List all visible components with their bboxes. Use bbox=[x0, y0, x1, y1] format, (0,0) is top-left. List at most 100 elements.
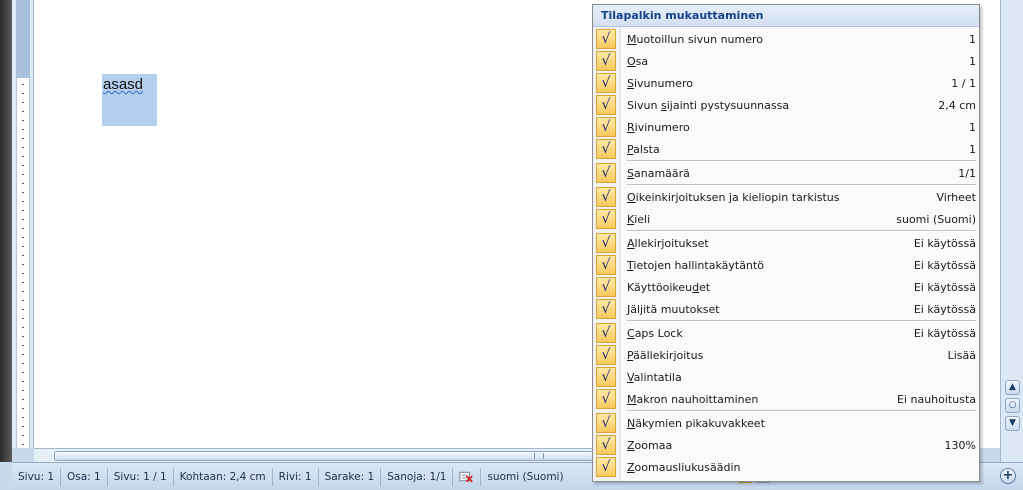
menu-item[interactable]: √ Rivinumero 1 bbox=[593, 116, 979, 138]
menu-item-label-suffix: sa bbox=[635, 54, 649, 68]
status-page[interactable]: Sivu: 1 / 1 bbox=[108, 467, 174, 486]
menu-item-accelerator: O bbox=[627, 54, 636, 68]
menu-item-label: Oikeinkirjoituksen ja kieliopin tarkistu… bbox=[627, 191, 840, 204]
ruler-tick bbox=[22, 291, 24, 292]
menu-item-value: Virheet bbox=[936, 190, 977, 204]
ruler-tick bbox=[22, 210, 24, 211]
menu-item[interactable]: √ Jäljitä muutokset Ei käytössä bbox=[593, 298, 979, 320]
status-language[interactable]: suomi (Suomi) bbox=[481, 468, 569, 486]
checkmark-icon: √ bbox=[596, 139, 616, 159]
checkmark-icon: √ bbox=[596, 255, 616, 275]
ruler-tick bbox=[22, 138, 24, 139]
ruler-tick bbox=[22, 237, 24, 238]
ruler-tick bbox=[22, 102, 24, 103]
menu-item-value: Lisää bbox=[947, 348, 976, 362]
ruler-tick bbox=[22, 156, 24, 157]
menu-item[interactable]: √ Tietojen hallintakäytäntö Ei käytössä bbox=[593, 254, 979, 276]
menu-item[interactable]: √ Allekirjoitukset Ei käytössä bbox=[593, 232, 979, 254]
menu-item-label: Käyttöoikeudet bbox=[627, 281, 710, 294]
menu-item-value: 1 bbox=[969, 120, 976, 134]
menu-item[interactable]: √ Kieli suomi (Suomi) bbox=[593, 208, 979, 230]
menu-item-value: Ei käytössä bbox=[913, 280, 976, 294]
proofing-error-icon[interactable] bbox=[453, 467, 482, 486]
vertical-ruler[interactable] bbox=[12, 0, 34, 448]
menu-title: Tilapalkin mukauttaminen bbox=[593, 5, 979, 27]
menu-item[interactable]: √ Sivun sijainti pystysuunnassa 2,4 cm bbox=[593, 94, 979, 116]
menu-item-accelerator: Z bbox=[627, 438, 635, 452]
ruler-tick bbox=[22, 426, 24, 427]
document-text[interactable]: asasd bbox=[103, 76, 143, 93]
menu-item[interactable]: √ Osa 1 bbox=[593, 50, 979, 72]
menu-item-accelerator: C bbox=[627, 326, 635, 340]
menu-item-value: 1 bbox=[969, 54, 976, 68]
menu-item-label: Osa bbox=[627, 55, 648, 68]
menu-item-value: 1/1 bbox=[958, 166, 976, 180]
status-word-count[interactable]: Sanoja: 1/1 bbox=[381, 467, 454, 486]
menu-item[interactable]: √ Caps Lock Ei käytössä bbox=[593, 322, 979, 344]
menu-item[interactable]: √ Oikeinkirjoituksen ja kieliopin tarkist… bbox=[593, 186, 979, 208]
menu-item[interactable]: √ Sivunumero 1 / 1 bbox=[593, 72, 979, 94]
menu-item-value: 2,4 cm bbox=[938, 98, 976, 112]
ruler-tick bbox=[22, 336, 24, 337]
menu-item-label-prefix: Käyttöoikeu bbox=[627, 280, 693, 294]
ruler-tick bbox=[22, 183, 24, 184]
menu-item-label-suffix: äällekirjoitus bbox=[633, 348, 704, 362]
menu-item-label: Makron nauhoittaminen bbox=[627, 393, 758, 406]
menu-item[interactable]: √ Päällekirjoitus Lisää bbox=[593, 344, 979, 366]
ruler-tick bbox=[22, 309, 24, 310]
menu-item-accelerator: Z bbox=[627, 460, 635, 474]
menu-item[interactable]: √ Muotoillun sivun numero 1 bbox=[593, 28, 979, 50]
vertical-ruler-margin bbox=[16, 0, 30, 78]
menu-item-accelerator: A bbox=[627, 236, 635, 250]
menu-item-value: 1 bbox=[969, 142, 976, 156]
window-left-edge bbox=[0, 0, 12, 462]
checkmark-icon: √ bbox=[596, 73, 616, 93]
menu-item[interactable]: √ Sanamäärä 1/1 bbox=[593, 162, 979, 184]
menu-item[interactable]: √ Zoomausliukusäädin bbox=[593, 456, 979, 478]
ruler-tick bbox=[22, 174, 24, 175]
ruler-tick bbox=[22, 300, 24, 301]
ruler-tick bbox=[22, 282, 24, 283]
status-line[interactable]: Rivi: 1 bbox=[273, 467, 319, 486]
scroll-grip-icon bbox=[534, 453, 544, 459]
select-browse-object-button[interactable]: ○ bbox=[1005, 398, 1020, 413]
ruler-tick bbox=[22, 318, 24, 319]
status-formatted-page[interactable]: Sivu: 1 bbox=[12, 467, 62, 486]
menu-item[interactable]: √ Makron nauhoittaminen Ei nauhoitusta bbox=[593, 388, 979, 410]
menu-item-accelerator: V bbox=[627, 370, 634, 384]
menu-item-label: Zoomaa bbox=[627, 439, 672, 452]
ruler-tick bbox=[22, 273, 24, 274]
menu-item-value: Ei nauhoitusta bbox=[896, 392, 976, 406]
checkmark-icon: √ bbox=[596, 117, 616, 137]
menu-item[interactable]: √ Käyttöoikeudet Ei käytössä bbox=[593, 276, 979, 298]
horizontal-scrollbar[interactable] bbox=[34, 448, 594, 462]
horizontal-scroll-thumb[interactable] bbox=[54, 451, 594, 461]
menu-item-label-suffix: anamäärä bbox=[633, 166, 690, 180]
menu-item[interactable]: √ Valintatila bbox=[593, 366, 979, 388]
menu-item-label-suffix: uotoillun sivun numero bbox=[636, 32, 764, 46]
ruler-tick bbox=[22, 444, 24, 445]
checkmark-icon: √ bbox=[596, 367, 616, 387]
menu-item-label-suffix: ivunumero bbox=[633, 76, 693, 90]
menu-item[interactable]: √ Zoomaa 130% bbox=[593, 434, 979, 456]
ruler-tick bbox=[22, 354, 24, 355]
ruler-tick bbox=[22, 219, 24, 220]
zoom-in-icon[interactable]: + bbox=[1000, 468, 1016, 484]
menu-item[interactable]: √ Palsta 1 bbox=[593, 138, 979, 160]
menu-item-label: Muotoillun sivun numero bbox=[627, 33, 763, 46]
next-object-button[interactable]: ▼ bbox=[1005, 416, 1020, 431]
previous-object-button[interactable]: ▲ bbox=[1005, 380, 1020, 395]
ruler-tick bbox=[22, 84, 24, 85]
menu-item-label: Palsta bbox=[627, 143, 660, 156]
ruler-tick bbox=[22, 399, 24, 400]
menu-item-label: Kieli bbox=[627, 213, 650, 226]
ruler-tick bbox=[22, 435, 24, 436]
status-column[interactable]: Sarake: 1 bbox=[319, 467, 382, 486]
ruler-tick bbox=[22, 129, 24, 130]
status-vertical-position[interactable]: Kohtaan: 2,4 cm bbox=[174, 467, 273, 486]
menu-item[interactable]: √ Näkymien pikakuvakkeet bbox=[593, 412, 979, 434]
status-section[interactable]: Osa: 1 bbox=[61, 467, 108, 486]
menu-item-label: Sivunumero bbox=[627, 77, 693, 90]
ruler-tick bbox=[22, 165, 24, 166]
vertical-scrollbar[interactable]: ▲ ○ ▼ bbox=[1000, 0, 1023, 462]
